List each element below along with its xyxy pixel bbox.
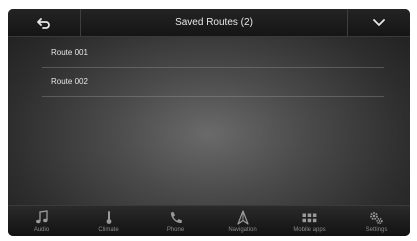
- nav-item-climate[interactable]: Climate: [75, 206, 142, 236]
- bottom-nav-bar: Audio Climate Phone Navigation Mobile ap…: [8, 205, 410, 236]
- route-label: Route 001: [51, 48, 88, 57]
- nav-item-audio[interactable]: Audio: [8, 206, 75, 236]
- nav-label: Audio: [33, 227, 50, 233]
- nav-label: Settings: [365, 227, 388, 233]
- list-item[interactable]: Route 001: [42, 39, 384, 68]
- nav-item-phone[interactable]: Phone: [142, 206, 209, 236]
- nav-label: Navigation: [228, 227, 257, 233]
- back-button[interactable]: [8, 9, 81, 36]
- page-title: Saved Routes (2): [175, 17, 253, 28]
- music-note-icon: [35, 210, 48, 224]
- nav-label: Mobile apps: [293, 227, 326, 233]
- route-label: Route 002: [51, 77, 88, 86]
- chevron-down-icon: [373, 19, 385, 26]
- header-bar: Saved Routes (2): [8, 9, 410, 37]
- nav-item-navigation[interactable]: Navigation: [209, 206, 276, 236]
- infotainment-screen: Saved Routes (2) Route 001 Route 002 Aud…: [8, 9, 410, 236]
- nav-item-mobile-apps[interactable]: Mobile apps: [276, 206, 343, 236]
- navigation-icon: [236, 210, 249, 225]
- phone-icon: [170, 211, 182, 223]
- nav-item-settings[interactable]: Settings: [343, 206, 410, 236]
- menu-dropdown-button[interactable]: [347, 9, 410, 36]
- apps-grid-icon: [302, 213, 317, 222]
- gears-icon: [370, 211, 383, 224]
- list-item[interactable]: Route 002: [42, 68, 384, 97]
- back-arrow-icon: [37, 17, 50, 29]
- saved-routes-list: Route 001 Route 002: [42, 39, 384, 97]
- nav-label: Climate: [98, 227, 119, 233]
- nav-label: Phone: [166, 227, 185, 233]
- climate-icon: [106, 211, 111, 224]
